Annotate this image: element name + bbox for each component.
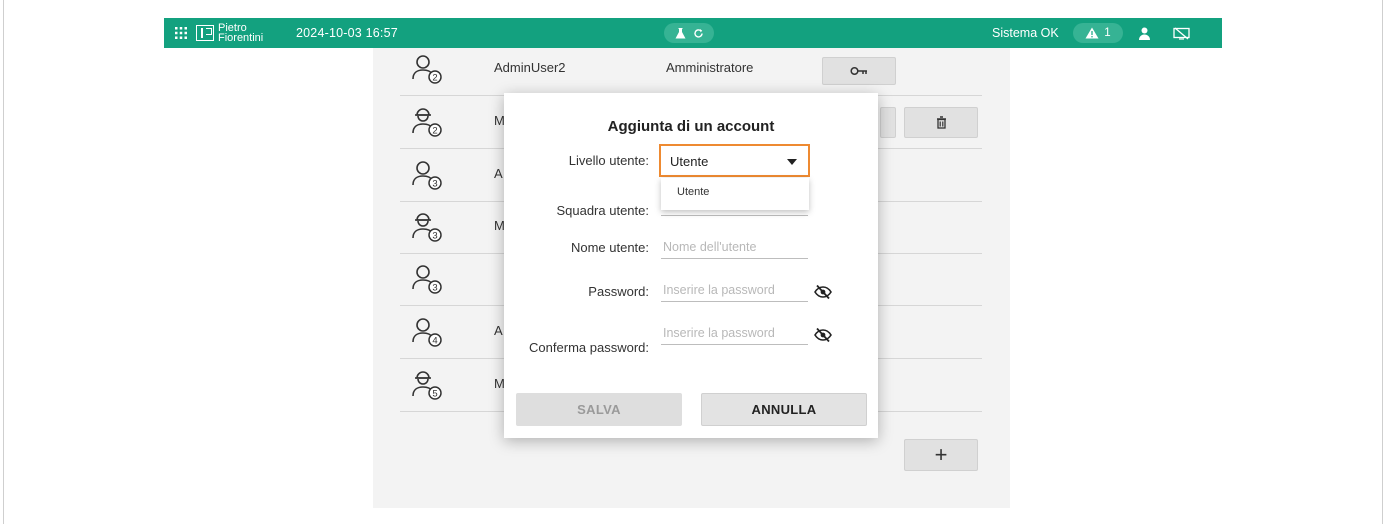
confirm-password-input[interactable] [661, 321, 808, 345]
password-label: Password: [588, 284, 649, 299]
svg-text:2: 2 [432, 73, 437, 84]
system-status: Sistema OK [992, 26, 1059, 40]
apps-grid-icon[interactable] [174, 18, 190, 48]
delete-button[interactable] [904, 107, 978, 138]
username-input[interactable] [661, 235, 808, 259]
refresh-icon [694, 28, 703, 38]
trash-icon [936, 116, 946, 129]
maintenance-user-icon: 3 [412, 213, 442, 242]
datetime: 2024-10-03 16:57 [296, 26, 398, 40]
dialog-title: Aggiunta di un account [607, 118, 775, 135]
add-account-button[interactable]: + [904, 439, 978, 471]
svg-text:4: 4 [432, 336, 437, 347]
user-level-select[interactable]: Utente [659, 144, 810, 177]
hide-confirm-password-icon[interactable] [814, 327, 832, 343]
key-icon [850, 66, 867, 76]
svg-text:3: 3 [432, 231, 437, 242]
confirm-password-label: Conferma password: [529, 340, 649, 355]
caret-down-icon [787, 159, 797, 165]
svg-text:3: 3 [432, 283, 437, 294]
admin-user-icon: 4 [412, 318, 442, 347]
alarm-indicator[interactable]: 1 [1073, 23, 1123, 43]
username-label: Nome utente: [570, 240, 649, 255]
svg-text:3: 3 [432, 179, 437, 190]
row-username: AdminUser2 [494, 60, 566, 75]
user-icon[interactable] [1138, 18, 1154, 48]
logo-line-2: Fiorentini [218, 32, 264, 44]
alarm-count: 1 [1104, 27, 1111, 39]
user-level-label: Livello utente: [568, 153, 649, 168]
add-account-dialog: Aggiunta di un account Livello utente: U… [504, 93, 878, 438]
row-role: Amministratore [666, 60, 754, 75]
logo-mark-icon [196, 25, 214, 41]
hide-password-icon[interactable] [814, 284, 832, 300]
admin-user-icon: 3 [412, 265, 442, 294]
company-logo: Pietro Fiorentini [196, 18, 263, 48]
password-input[interactable] [661, 278, 808, 302]
admin-user-icon: 3 [412, 161, 442, 190]
row-username: A [494, 323, 503, 338]
test-mode-toggle[interactable] [664, 23, 714, 43]
edit-button-partial[interactable] [880, 107, 896, 138]
flask-icon [675, 27, 686, 38]
save-button[interactable]: SALVA [516, 393, 682, 426]
dropdown-option-utente[interactable]: Utente [677, 186, 709, 198]
change-password-button[interactable] [822, 57, 896, 85]
screen-off-icon[interactable] [1173, 18, 1191, 48]
svg-text:5: 5 [432, 389, 437, 400]
maintenance-user-icon: 5 [412, 371, 442, 400]
user-team-label: Squadra utente: [556, 203, 649, 218]
cancel-button[interactable]: ANNULLA [701, 393, 867, 426]
row-username: A [494, 166, 503, 181]
user-level-dropdown-menu: Utente [661, 178, 809, 210]
maintenance-user-icon: 2 [412, 108, 442, 137]
svg-text:2: 2 [432, 126, 437, 137]
admin-user-icon: 2 [412, 55, 442, 84]
warning-icon [1085, 27, 1099, 39]
user-level-value: Utente [670, 154, 709, 169]
